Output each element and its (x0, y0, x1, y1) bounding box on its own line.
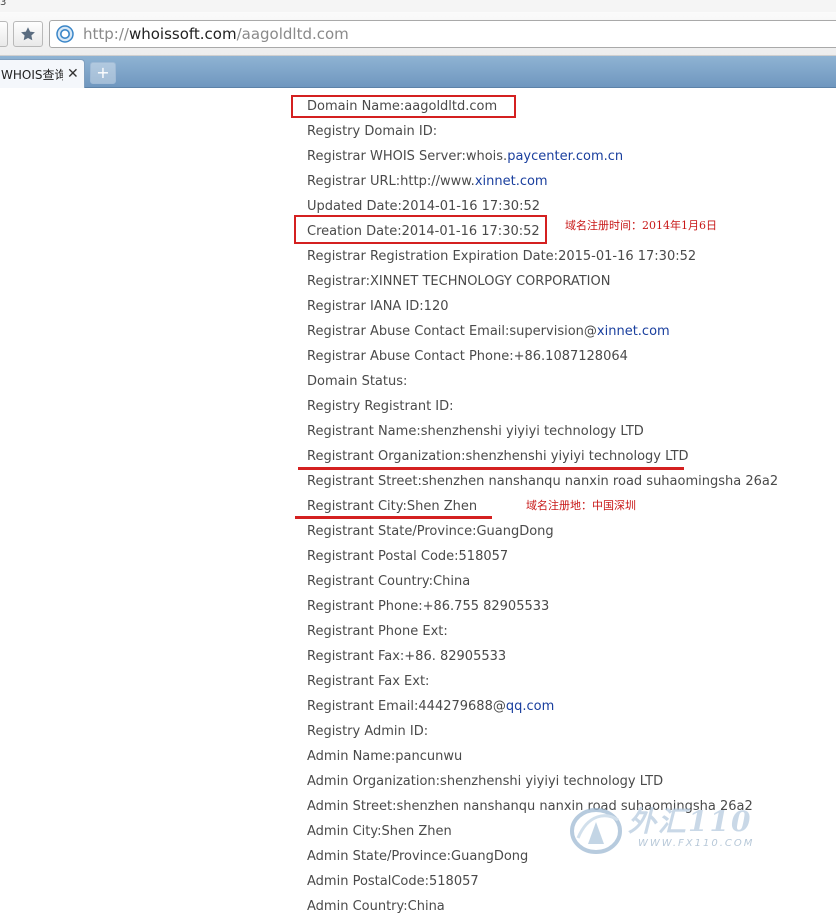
tab-title: WHOIS查询 (1, 67, 63, 82)
whois-line-link[interactable]: qq.com (506, 699, 554, 714)
whois-line: Admin Country:China (307, 894, 836, 917)
window-corner-text: 3 (0, 0, 7, 8)
whois-line-text: Registrant Street:shenzhen nanshanqu nan… (307, 474, 779, 489)
address-bar[interactable]: http://whoissoft.com/aagoldltd.com (49, 20, 836, 48)
whois-line-text: Admin State/Province:GuangDong (307, 849, 529, 864)
whois-line: Registry Admin ID: (307, 719, 836, 744)
watermark-brand: 外汇110 (628, 805, 753, 838)
whois-line-text: Registrant State/Province:GuangDong (307, 524, 554, 539)
watermark-logo-icon (570, 808, 622, 854)
creation-date-note: 域名注册时间：2014年1月6日 (565, 219, 717, 232)
whois-line-text: Admin Organization:shenzhenshi yiyiyi te… (307, 774, 664, 789)
whois-line-text: Registrar:XINNET TECHNOLOGY CORPORATION (307, 274, 611, 289)
whois-line: Registrant Organization:shenzhenshi yiyi… (307, 444, 836, 469)
whois-line: Registrant Country:China (307, 569, 836, 594)
whois-line-text: Admin PostalCode:518057 (307, 874, 479, 889)
watermark-site: WWW.FX110.COM (638, 838, 755, 849)
star-icon (21, 27, 35, 41)
new-tab-button[interactable]: + (90, 62, 116, 84)
domain-name-highlight-box (291, 95, 516, 118)
whois-line-text: Registrar Abuse Contact Email:supervisio… (307, 324, 597, 339)
whois-line: Registry Registrant ID: (307, 394, 836, 419)
whois-line: Registrar Abuse Contact Email:supervisio… (307, 319, 836, 344)
whois-line-text: Admin City:Shen Zhen (307, 824, 452, 839)
whois-line-text: Registrant Phone Ext: (307, 624, 448, 639)
whois-line-text: Registry Admin ID: (307, 724, 429, 739)
browser-toolbar: http://whoissoft.com/aagoldltd.com (0, 12, 836, 56)
whois-line-text: Registrant Postal Code:518057 (307, 549, 509, 564)
bookmark-button[interactable] (13, 21, 43, 47)
whois-line: Registry Domain ID: (307, 119, 836, 144)
whois-line: Domain Status: (307, 369, 836, 394)
whois-line-text: Updated Date:2014-01-16 17:30:52 (307, 199, 540, 214)
whois-line: Registrar:XINNET TECHNOLOGY CORPORATION (307, 269, 836, 294)
whois-line-text: Registrant Fax Ext: (307, 674, 430, 689)
whois-line-text: Admin Country:China (307, 899, 445, 914)
whois-line-text: Admin Name:pancunwu (307, 749, 463, 764)
whois-line-text: Registry Registrant ID: (307, 399, 454, 414)
whois-line-text: Registrant Country:China (307, 574, 471, 589)
tab-bar: WHOIS查询 ✕ + (0, 56, 836, 88)
whois-line-text: Registrant City:Shen Zhen (307, 499, 478, 514)
whois-line: Registrar Abuse Contact Phone:+86.108712… (307, 344, 836, 369)
site-icon (56, 25, 74, 43)
city-underline (295, 516, 492, 519)
whois-line-link[interactable]: xinnet.com (475, 174, 548, 189)
window-corner: 3 (0, 0, 836, 12)
whois-line: Registrant Fax:+86. 82905533 (307, 644, 836, 669)
whois-line-text: Registrant Fax:+86. 82905533 (307, 649, 507, 664)
url-host: whoissoft.com (128, 25, 237, 43)
whois-line-text: Registrar IANA ID:120 (307, 299, 449, 314)
whois-line: Registrant State/Province:GuangDong (307, 519, 836, 544)
url-path: /aagoldltd.com (236, 25, 349, 43)
whois-line: Admin PostalCode:518057 (307, 869, 836, 894)
whois-line-text: Registrant Name:shenzhenshi yiyiyi techn… (307, 424, 644, 439)
whois-line-text: Domain Status: (307, 374, 408, 389)
whois-line-text: Registrar URL:http://www. (307, 174, 475, 189)
whois-line: Registrar IANA ID:120 (307, 294, 836, 319)
whois-line: Admin Name:pancunwu (307, 744, 836, 769)
whois-line: Registrar WHOIS Server:whois.paycenter.c… (307, 144, 836, 169)
whois-line: Registrant Phone Ext: (307, 619, 836, 644)
whois-line-text: Registrar Abuse Contact Phone:+86.108712… (307, 349, 628, 364)
location-note: 域名注册地：中国深圳 (526, 499, 636, 512)
whois-line-text: Registrant Email:444279688@ (307, 699, 506, 714)
whois-line-link[interactable]: xinnet.com (597, 324, 670, 339)
whois-line-text: Registry Domain ID: (307, 124, 438, 139)
tab-whois[interactable]: WHOIS查询 ✕ (0, 59, 85, 88)
whois-line-text: Registrant Phone:+86.755 82905533 (307, 599, 550, 614)
whois-line: Registrant Street:shenzhen nanshanqu nan… (307, 469, 836, 494)
watermark: 外汇110 WWW.FX110.COM (568, 800, 768, 856)
whois-line: Registrant Phone:+86.755 82905533 (307, 594, 836, 619)
whois-line: Registrant Postal Code:518057 (307, 544, 836, 569)
whois-line: Registrant Email:444279688@qq.com (307, 694, 836, 719)
organization-underline (298, 467, 684, 470)
whois-line-text: Registrar Registration Expiration Date:2… (307, 249, 697, 264)
whois-line: Registrant Fax Ext: (307, 669, 836, 694)
url-text[interactable]: http://whoissoft.com/aagoldltd.com (83, 25, 349, 43)
url-prefix: http:// (83, 25, 129, 43)
creation-date-highlight-box (294, 215, 547, 244)
whois-line: Registrant Name:shenzhenshi yiyiyi techn… (307, 419, 836, 444)
whois-line-text: Registrant Organization:shenzhenshi yiyi… (307, 449, 689, 464)
whois-line: Registrar Registration Expiration Date:2… (307, 244, 836, 269)
whois-line-link[interactable]: paycenter.com.cn (507, 149, 623, 164)
whois-line: Registrar URL:http://www.xinnet.com (307, 169, 836, 194)
whois-line: Admin Organization:shenzhenshi yiyiyi te… (307, 769, 836, 794)
back-button[interactable] (0, 21, 8, 47)
close-icon[interactable]: ✕ (67, 67, 79, 81)
whois-line-text: Registrar WHOIS Server:whois. (307, 149, 508, 164)
